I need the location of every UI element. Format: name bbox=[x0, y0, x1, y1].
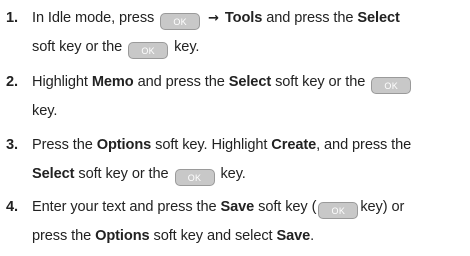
step-text-segment: key. bbox=[174, 38, 200, 55]
step-text-segment: . bbox=[310, 227, 315, 244]
step-text-segment: soft key or the bbox=[32, 38, 123, 55]
step-text-segment: soft key and select bbox=[153, 227, 273, 244]
step-text-segment: press the bbox=[32, 227, 92, 244]
step-text: Highlight Memo and press the Select soft… bbox=[32, 68, 462, 125]
step-text-segment: Highlight bbox=[32, 74, 88, 90]
step-text-segment: soft key or the bbox=[78, 165, 169, 182]
step-number: 4. bbox=[6, 199, 18, 215]
step-line: Select soft key or the OK key. bbox=[32, 160, 462, 189]
step-text: Press the Options soft key. Highlight Cr… bbox=[32, 131, 462, 188]
softkey-name-select: Select bbox=[228, 74, 272, 90]
step-line: Press the Options soft key. Highlight Cr… bbox=[32, 131, 462, 160]
step-text-segment: soft key or the bbox=[275, 74, 366, 90]
step-text: Enter your text and press the Save soft … bbox=[32, 193, 462, 250]
step-text-segment: Enter your text and press the bbox=[32, 199, 217, 215]
step-line: press the Options soft key and select Sa… bbox=[32, 222, 462, 251]
step-line: key. bbox=[32, 97, 462, 126]
step-text-segment: Press the bbox=[32, 137, 93, 153]
softkey-name-save: Save bbox=[220, 199, 255, 215]
menu-name-tools: Tools bbox=[224, 10, 263, 26]
softkey-name-options: Options bbox=[95, 227, 150, 244]
step-number: 1. bbox=[6, 10, 18, 26]
ok-key-icon: OK bbox=[160, 13, 201, 30]
softkey-name-select: Select bbox=[357, 10, 400, 26]
softkey-name-save: Save bbox=[276, 227, 311, 244]
step-text-segment: key. bbox=[32, 102, 58, 119]
instruction-steps: 1. In Idle mode, press OK → Tools and pr… bbox=[0, 0, 470, 256]
softkey-name-options: Options bbox=[96, 137, 152, 153]
step-text-segment: soft key. Highlight bbox=[155, 137, 268, 153]
ok-key-icon: OK bbox=[128, 41, 169, 59]
step-line: soft key or the OK key. bbox=[32, 33, 462, 62]
menu-name-create: Create bbox=[271, 137, 317, 153]
arrow-right-icon: → bbox=[208, 11, 219, 26]
ok-key-icon: OK bbox=[318, 202, 359, 219]
step-text-segment: In Idle mode, press bbox=[32, 10, 155, 26]
step-text-segment: key. bbox=[220, 165, 246, 182]
step-text-segment: and press the bbox=[266, 10, 354, 26]
ok-key-icon: OK bbox=[174, 168, 215, 186]
menu-name-memo: Memo bbox=[91, 74, 134, 90]
step-line: In Idle mode, press OK → Tools and press… bbox=[32, 4, 462, 33]
step-text-segment: , and press the bbox=[316, 137, 412, 153]
step-text: In Idle mode, press OK → Tools and press… bbox=[32, 4, 462, 61]
step-text-segment: and press the bbox=[137, 74, 225, 90]
step-line: Enter your text and press the Save soft … bbox=[32, 193, 462, 222]
step-text-segment: soft key ( bbox=[258, 199, 317, 215]
softkey-name-select: Select bbox=[32, 165, 75, 182]
ok-key-icon: OK bbox=[371, 77, 412, 94]
step-number: 2. bbox=[6, 74, 18, 90]
step-text-segment: key) or bbox=[360, 199, 405, 215]
step-number: 3. bbox=[6, 137, 18, 153]
step-line: Highlight Memo and press the Select soft… bbox=[32, 68, 462, 97]
